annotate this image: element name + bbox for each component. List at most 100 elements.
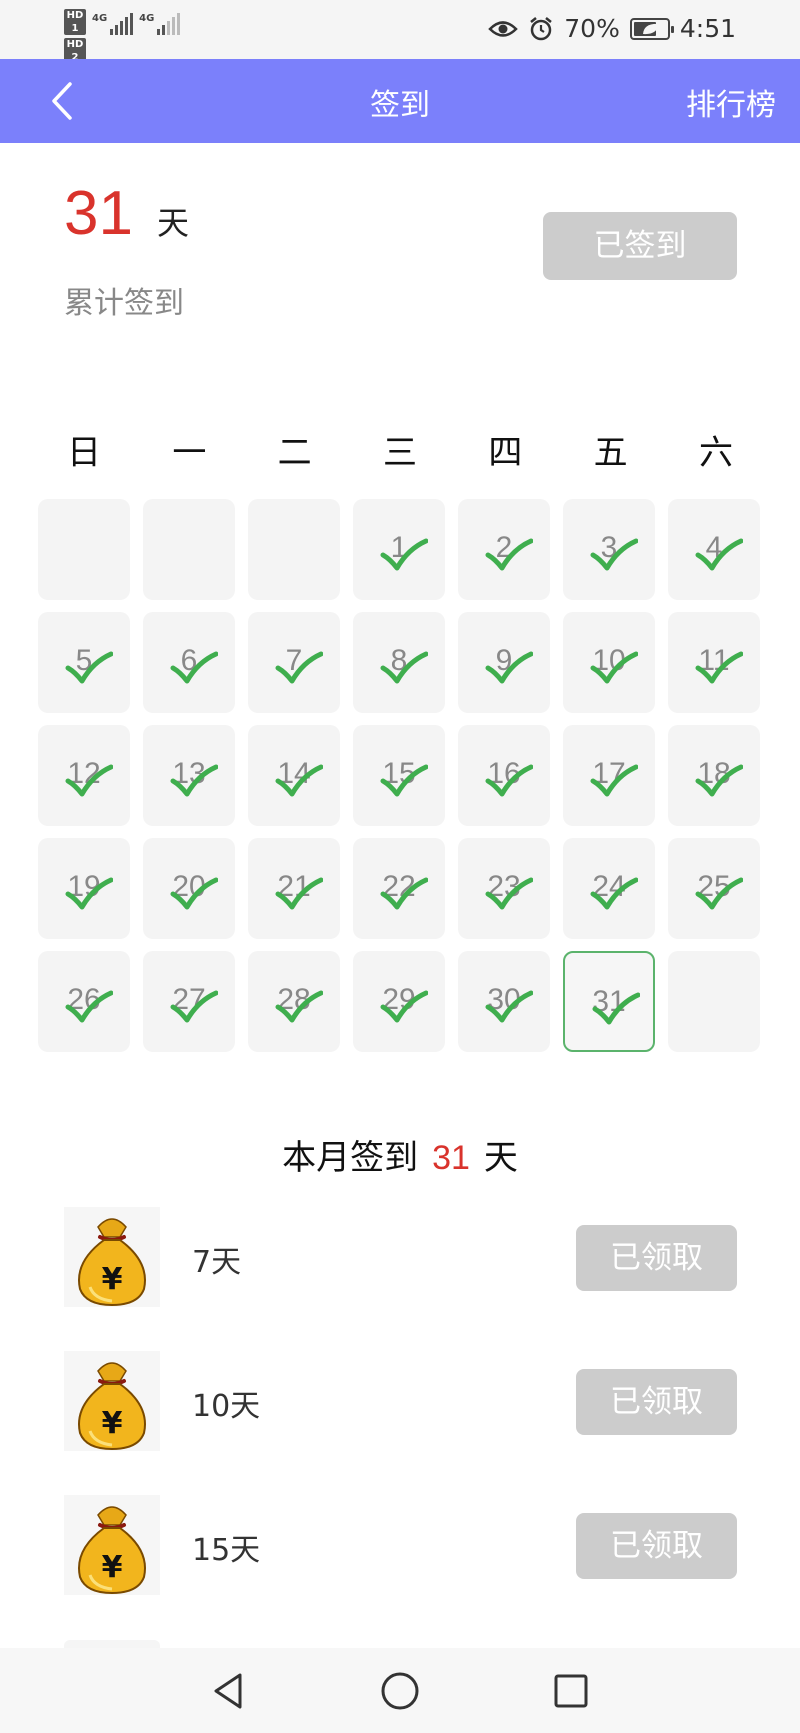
month-summary-suffix: 天	[483, 1138, 518, 1178]
checkmark-icon	[275, 651, 323, 684]
status-bar: HD 1 HD 2 4G 4G 70% 4:51	[0, 0, 800, 64]
checkmark-icon	[485, 651, 533, 684]
signal-2-icon: 4G	[139, 13, 181, 35]
calendar-day[interactable]: 16	[458, 725, 550, 826]
recents-square-icon	[554, 1674, 588, 1708]
checkmark-icon	[275, 990, 323, 1023]
calendar-day[interactable]: 10	[563, 612, 655, 713]
reward-row: ¥ 15天 已领取	[0, 1495, 800, 1595]
calendar-day[interactable]: 7	[248, 612, 340, 713]
calendar-day[interactable]: 12	[38, 725, 130, 826]
calendar-day[interactable]: 9	[458, 612, 550, 713]
calendar-day[interactable]: 26	[38, 951, 130, 1052]
clock: 4:51	[679, 14, 736, 43]
checkmark-icon	[170, 877, 218, 910]
calendar-empty-cell	[143, 499, 235, 600]
home-circle-icon	[381, 1672, 419, 1710]
signal-1-icon: 4G	[92, 13, 134, 35]
nav-back-button[interactable]	[208, 1670, 250, 1712]
checkmark-icon	[65, 651, 113, 684]
battery-percent: 70%	[564, 14, 620, 43]
checkmark-icon	[485, 764, 533, 797]
calendar-day[interactable]: 22	[353, 838, 445, 939]
calendar-day[interactable]: 6	[143, 612, 235, 713]
leaf-icon	[642, 23, 659, 34]
checkmark-icon	[590, 764, 638, 797]
reward-row: ¥ 10天 已领取	[0, 1351, 800, 1451]
leaderboard-link[interactable]: 排行榜	[686, 80, 776, 124]
calendar-day[interactable]: 29	[353, 951, 445, 1052]
calendar-day[interactable]: 3	[563, 499, 655, 600]
total-days-unit: 天	[156, 204, 189, 242]
calendar-day[interactable]: 23	[458, 838, 550, 939]
checkmark-icon	[695, 764, 743, 797]
checkmark-icon	[170, 764, 218, 797]
nav-recents-button[interactable]	[550, 1670, 592, 1712]
checkmark-icon	[485, 877, 533, 910]
weekday-label: 四	[488, 433, 523, 473]
calendar-empty-cell	[38, 499, 130, 600]
checkmark-icon	[65, 990, 113, 1023]
calendar-empty-cell	[248, 499, 340, 600]
calendar-day[interactable]: 4	[668, 499, 760, 600]
checkmark-icon	[380, 990, 428, 1023]
checkmark-icon	[380, 651, 428, 684]
calendar-day[interactable]: 13	[143, 725, 235, 826]
sim1-tag: HD 1	[64, 9, 86, 35]
calendar-day[interactable]: 20	[143, 838, 235, 939]
back-triangle-icon	[214, 1673, 242, 1709]
weekday-header: 日 一 二 三 四 五 六	[38, 425, 762, 474]
svg-text:¥: ¥	[102, 1550, 123, 1585]
calendar-day[interactable]: 8	[353, 612, 445, 713]
nav-home-button[interactable]	[379, 1670, 421, 1712]
calendar-day[interactable]: 15	[353, 725, 445, 826]
reward-label: 7天	[192, 1245, 242, 1280]
network-2-label: 4G	[139, 13, 155, 24]
checkmark-icon	[380, 764, 428, 797]
calendar-day[interactable]: 18	[668, 725, 760, 826]
eye-icon	[488, 20, 519, 37]
calendar-day[interactable]: 30	[458, 951, 550, 1052]
calendar-day[interactable]: 17	[563, 725, 655, 826]
month-summary-days: 31	[432, 1139, 470, 1177]
reward-row: ¥ 7天 已领取	[0, 1207, 800, 1307]
moneybag-icon: ¥	[64, 1351, 160, 1451]
weekday-label: 六	[698, 433, 733, 473]
calendar-day[interactable]: 2	[458, 499, 550, 600]
checkmark-icon	[170, 990, 218, 1023]
calendar-day[interactable]: 1	[353, 499, 445, 600]
weekday-label: 三	[382, 433, 417, 473]
signed-in-button[interactable]: 已签到	[543, 212, 737, 280]
svg-text:¥: ¥	[102, 1406, 123, 1441]
calendar-grid: 1 2 3 4 5 6 7 8 9 10 11 12 13 14 15 16 17 18 19 20 21 22 23 24 2…	[38, 499, 762, 1052]
checkmark-icon	[590, 538, 638, 571]
svg-text:¥: ¥	[102, 1262, 123, 1297]
checkmark-icon	[275, 877, 323, 910]
calendar-day[interactable]: 28	[248, 951, 340, 1052]
calendar-day[interactable]: 27	[143, 951, 235, 1052]
claimed-button[interactable]: 已领取	[576, 1513, 737, 1579]
checkmark-icon	[590, 877, 638, 910]
weekday-label: 日	[67, 433, 101, 473]
sim-tags: HD 1 HD 2	[64, 9, 86, 64]
app-header: 签到 排行榜	[0, 59, 800, 143]
checkmark-icon	[695, 538, 743, 571]
checkmark-icon	[695, 877, 743, 910]
status-right: 70% 4:51	[488, 14, 736, 43]
checkmark-icon	[485, 538, 533, 571]
claimed-button[interactable]: 已领取	[576, 1369, 737, 1435]
calendar-day[interactable]: 21	[248, 838, 340, 939]
checkmark-icon	[275, 764, 323, 797]
weekday-label: 二	[277, 433, 312, 473]
claimed-button[interactable]: 已领取	[576, 1225, 737, 1291]
weekday-label: 五	[593, 433, 628, 473]
calendar-day[interactable]: 11	[668, 612, 760, 713]
calendar-day[interactable]: 19	[38, 838, 130, 939]
calendar-day[interactable]: 25	[668, 838, 760, 939]
calendar-day[interactable]: 24	[563, 838, 655, 939]
calendar-day[interactable]: 14	[248, 725, 340, 826]
month-summary: 本月签到 31 天	[0, 1130, 800, 1179]
calendar-day[interactable]: 5	[38, 612, 130, 713]
calendar-day[interactable]: 31	[563, 951, 655, 1052]
checkmark-icon	[65, 877, 113, 910]
